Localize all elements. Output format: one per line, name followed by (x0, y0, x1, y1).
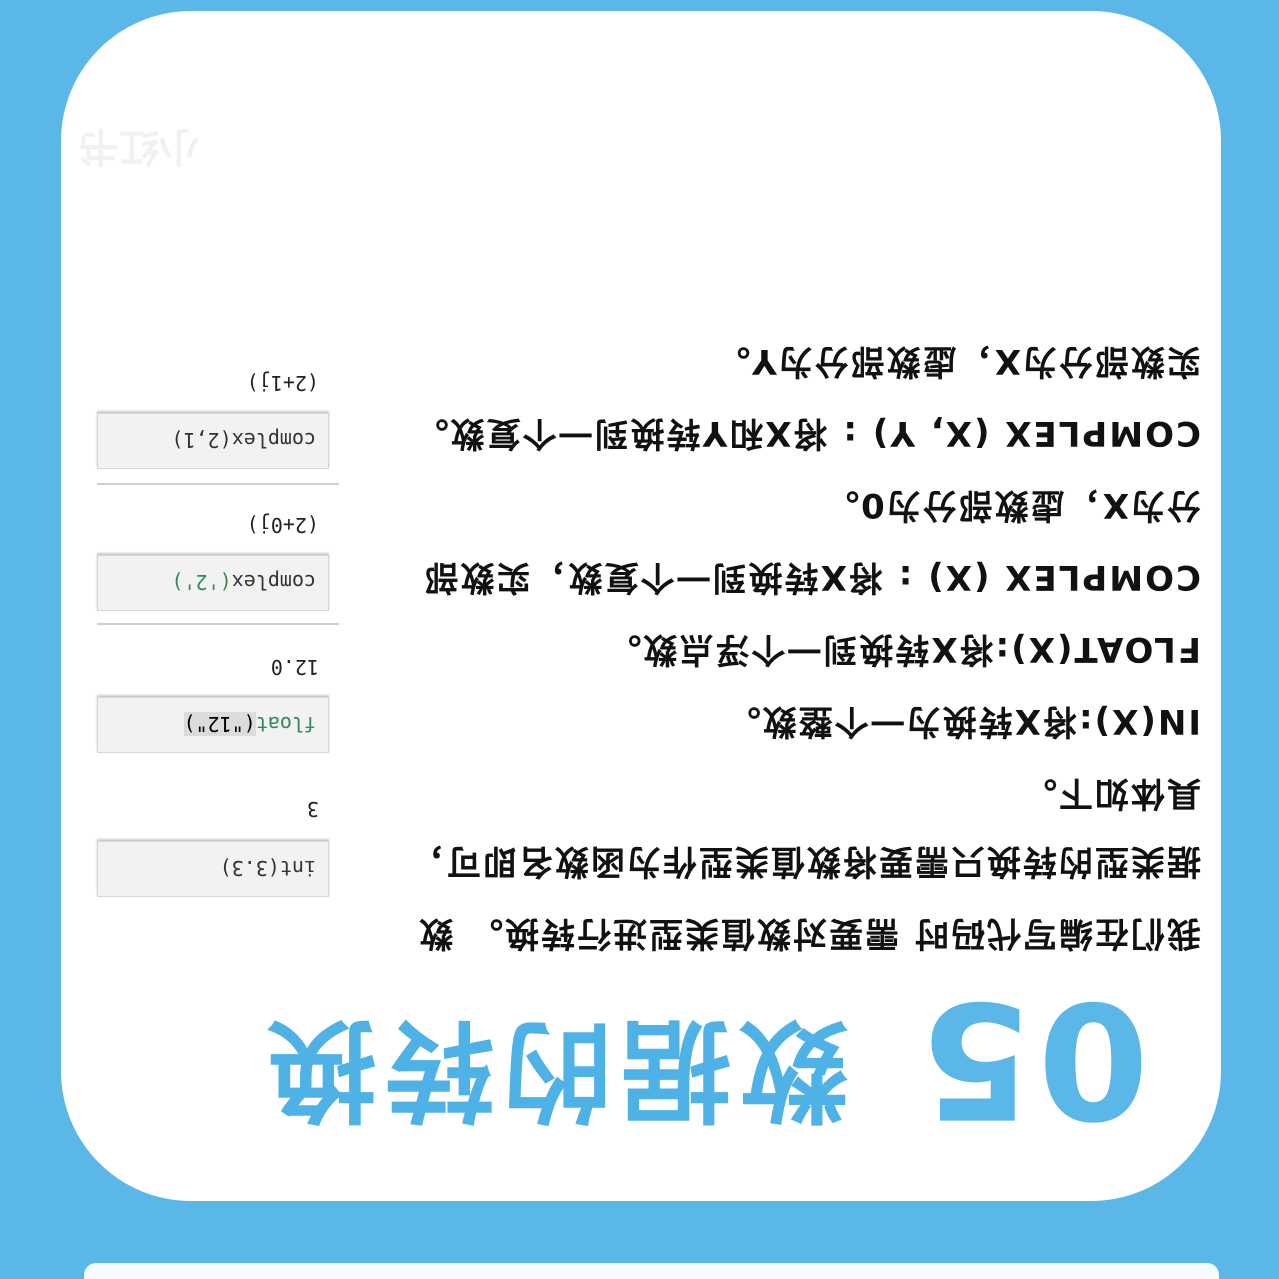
code-function: complex (231, 428, 316, 452)
code-output: (2+1j) (246, 371, 319, 395)
divider (97, 483, 339, 485)
code-function: float (255, 712, 316, 736)
code-example: complex('2') (97, 555, 329, 611)
paragraph-line: 具体如下。 (1021, 773, 1201, 813)
code-example: complex(2,1) (97, 413, 329, 469)
paragraph-line: 实数部分为X，虚数部分为Y。 (714, 341, 1201, 381)
paragraph-line: 分为X，虚数部分为0。 (823, 485, 1201, 525)
code-output: (2+0j) (246, 513, 319, 537)
paragraph-line: COMPLEX (X) : 将X转换到一个复数，实数部 (422, 557, 1201, 597)
paragraph-line: 我们在编写代码时 需要对数值类型进行转换。 数 (417, 913, 1201, 953)
code-function: complex (231, 570, 316, 594)
divider (97, 623, 339, 625)
section-number: 05 (914, 966, 1149, 1153)
paragraph-line: FLOAT(X):将X转换到一个浮点数。 (605, 629, 1201, 669)
paragraph-line: IN(X):将X转换为一个整数。 (724, 701, 1201, 741)
code-arguments: ('2') (171, 570, 232, 594)
paragraph-line: COMPLEX (X, Y) : 将X和Y转换到一个复数。 (412, 413, 1201, 453)
code-example: float("12") (97, 697, 329, 753)
code-arguments: ("12") (183, 712, 256, 736)
code-output: 3 (306, 797, 319, 821)
code-function: int (279, 856, 316, 880)
section-title: 数据的转换 (259, 1005, 849, 1133)
code-example: int(3.3) (97, 841, 329, 897)
watermark-logo: 小红书 (79, 123, 199, 169)
code-arguments: (2,1) (171, 428, 232, 452)
page-root: 05 数据的转换 我们在编写代码时 需要对数值类型进行转换。 数 据类型的转换只… (0, 0, 1279, 1279)
watermark-handle: 小红书号：942763304 5 (99, 108, 419, 138)
code-arguments: (3.3) (219, 856, 280, 880)
code-output: 12.0 (270, 655, 319, 679)
paragraph-line: 据类型的转换只需要将数值类型作为函数名即可， (409, 841, 1201, 881)
bottom-strip (84, 1263, 1219, 1279)
